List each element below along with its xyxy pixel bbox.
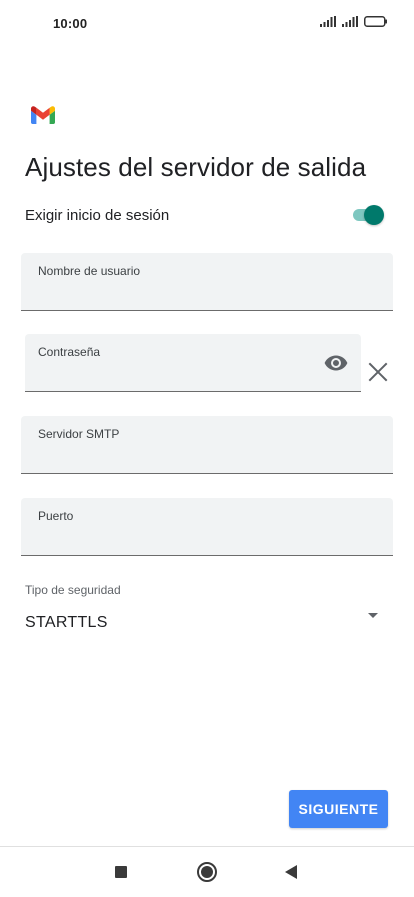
login-required-toggle[interactable] bbox=[351, 204, 387, 226]
security-type-select[interactable]: STARTTLS bbox=[25, 606, 387, 638]
status-time: 10:00 bbox=[53, 16, 88, 31]
dropdown-arrow-icon bbox=[368, 613, 378, 618]
username-input[interactable] bbox=[37, 283, 343, 305]
security-type-value: STARTTLS bbox=[25, 614, 108, 631]
toggle-thumb bbox=[364, 205, 384, 225]
recents-icon[interactable] bbox=[115, 866, 127, 878]
username-field[interactable]: Nombre de usuario bbox=[21, 253, 393, 311]
close-icon[interactable] bbox=[368, 362, 388, 382]
home-icon[interactable] bbox=[197, 862, 217, 882]
port-field[interactable]: Puerto bbox=[21, 498, 393, 556]
nav-divider bbox=[0, 846, 414, 847]
next-button[interactable]: SIGUIENTE bbox=[289, 790, 388, 828]
back-icon[interactable] bbox=[285, 865, 297, 879]
port-label: Puerto bbox=[38, 509, 74, 523]
smtp-server-field[interactable]: Servidor SMTP bbox=[21, 416, 393, 474]
username-label: Nombre de usuario bbox=[38, 264, 141, 278]
login-required-label: Exigir inicio de sesión bbox=[25, 207, 170, 224]
signal-icon bbox=[320, 16, 336, 27]
status-icons bbox=[320, 16, 388, 27]
password-label: Contraseña bbox=[38, 345, 101, 359]
signal-icon bbox=[342, 16, 358, 27]
security-type-label: Tipo de seguridad bbox=[25, 583, 121, 597]
smtp-server-label: Servidor SMTP bbox=[38, 427, 120, 441]
eye-icon[interactable] bbox=[324, 354, 348, 372]
page-title: Ajustes del servidor de salida bbox=[25, 152, 367, 182]
smtp-server-input[interactable] bbox=[37, 446, 343, 468]
password-field[interactable]: Contraseña bbox=[25, 334, 361, 392]
gmail-logo bbox=[31, 106, 55, 124]
password-input[interactable] bbox=[37, 364, 311, 386]
battery-icon bbox=[364, 16, 387, 27]
port-input[interactable] bbox=[37, 528, 343, 550]
